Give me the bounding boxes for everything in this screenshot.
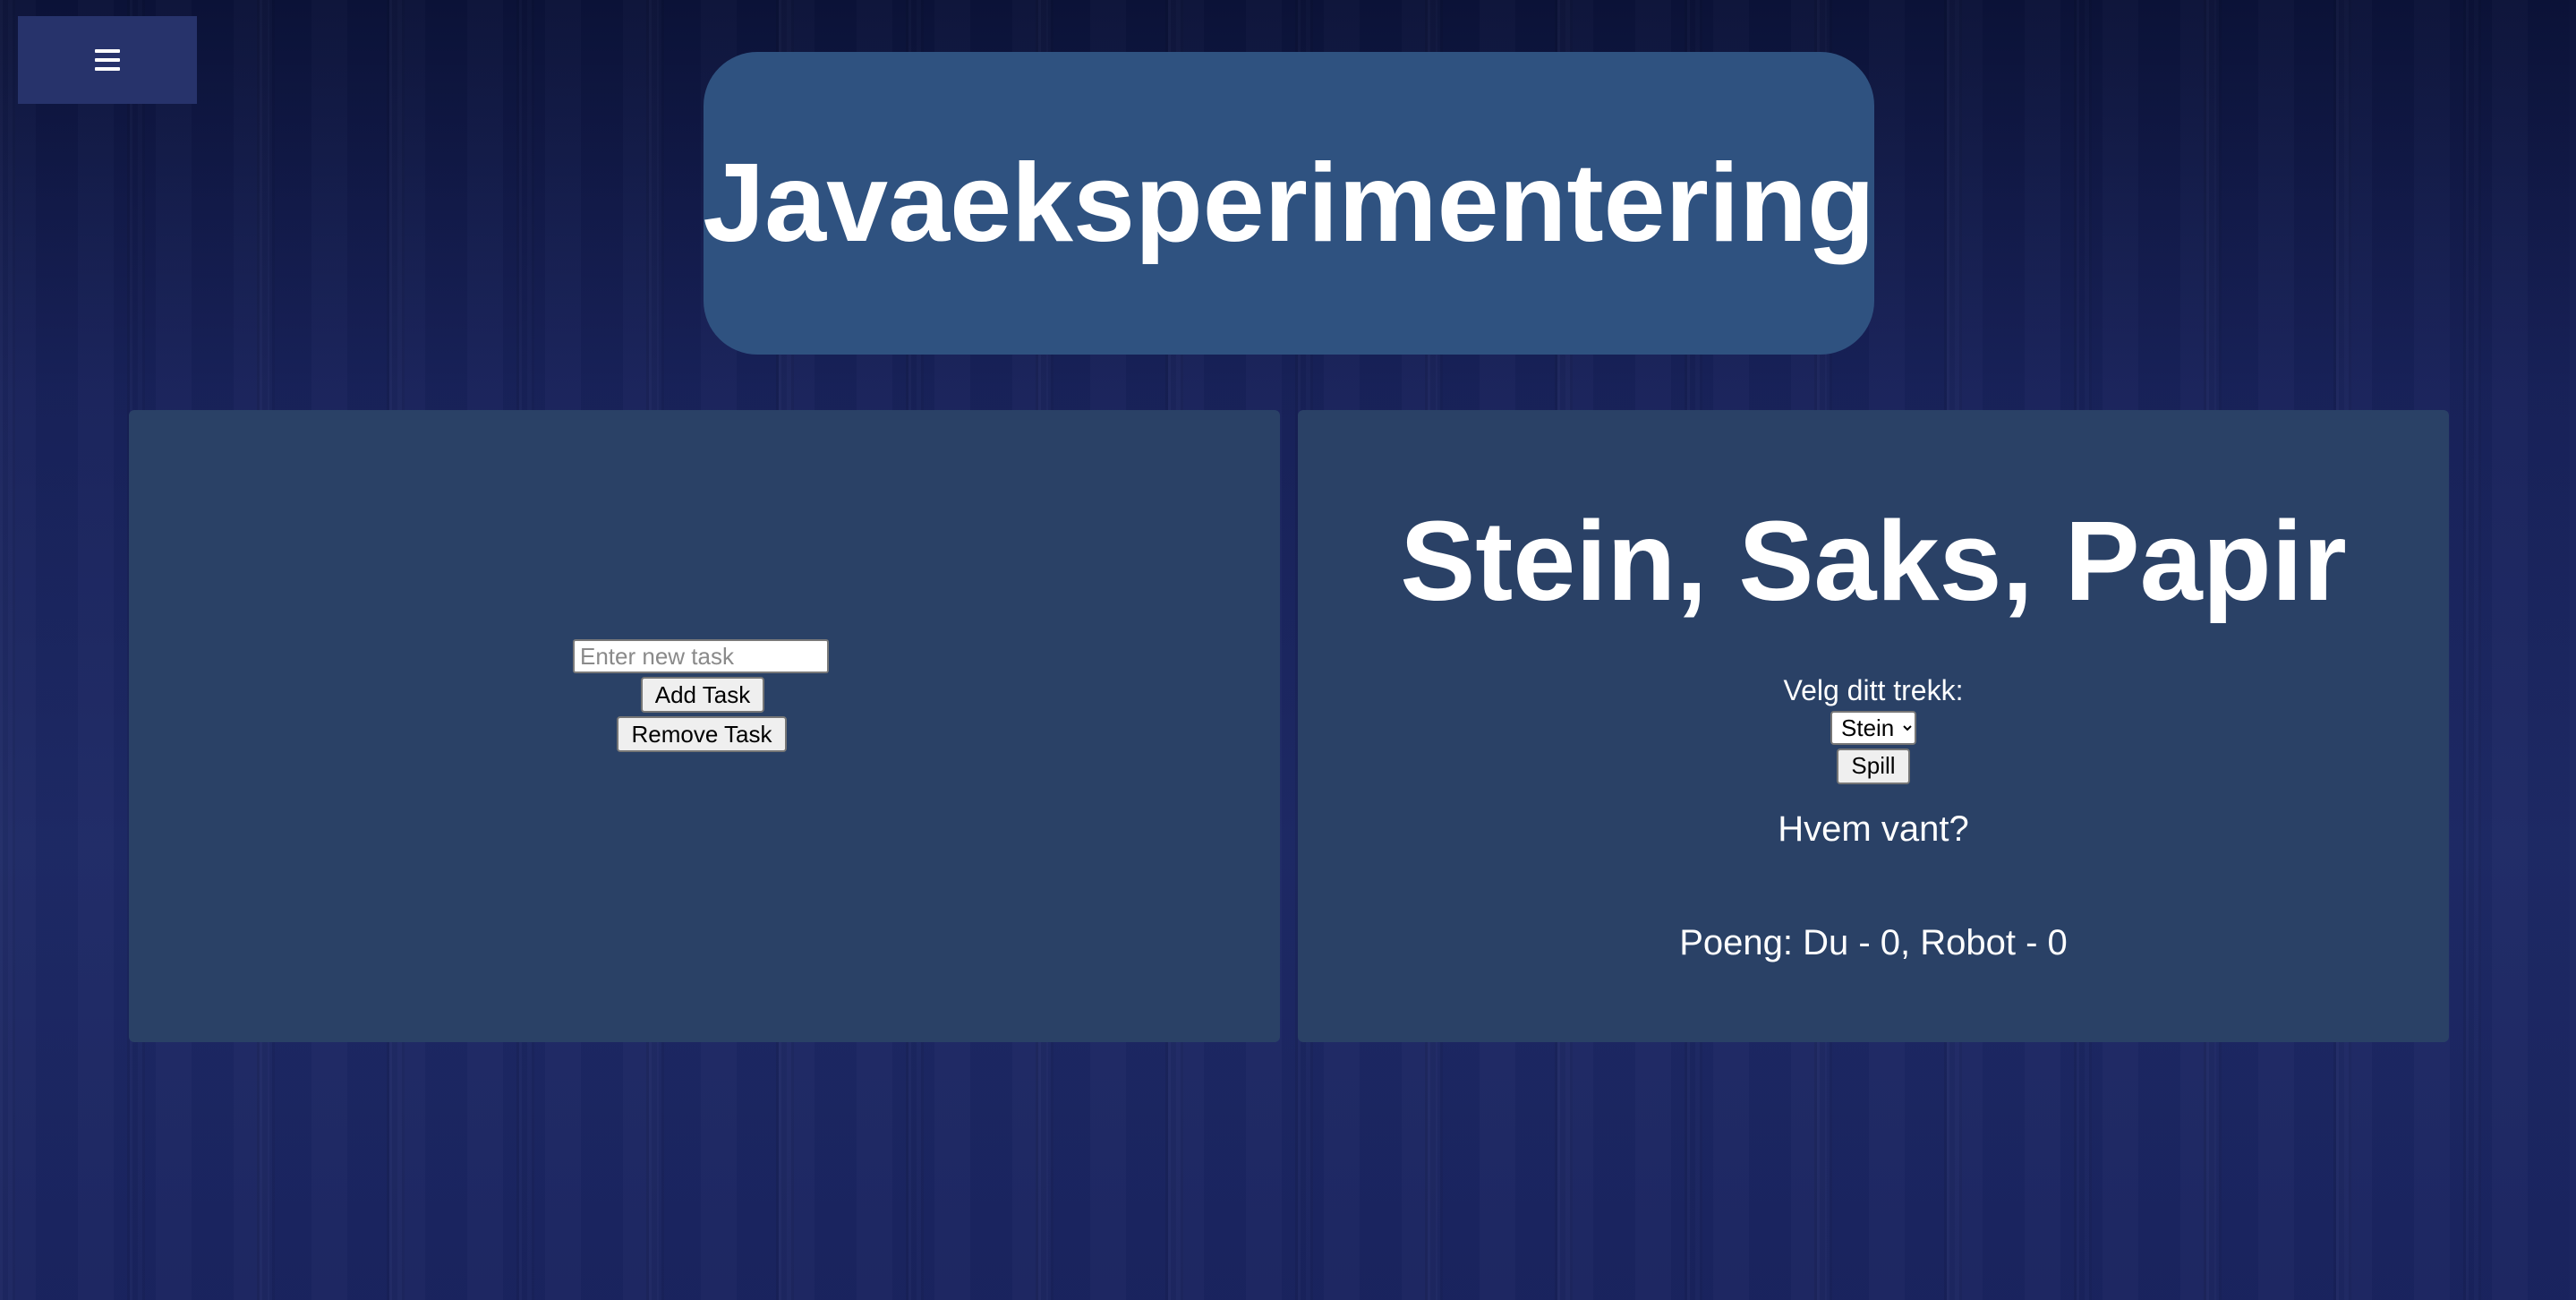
remove-task-button[interactable]: Remove Task — [617, 716, 787, 752]
todo-panel: Add Task Remove Task — [129, 410, 1280, 1042]
page-title: Javaeksperimentering — [703, 141, 1875, 265]
game-panel: Stein, Saks, Papir Velg ditt trekk: Stei… — [1298, 410, 2449, 1042]
play-button[interactable]: Spill — [1837, 748, 1910, 784]
menu-button[interactable] — [18, 16, 197, 104]
todo-form: Add Task Remove Task — [129, 639, 1280, 752]
hamburger-menu-icon — [95, 49, 120, 71]
result-text: Hvem vant? — [1778, 808, 1969, 849]
game-title: Stein, Saks, Papir — [1400, 498, 2347, 624]
move-select[interactable]: Stein — [1830, 710, 1916, 745]
new-task-input[interactable] — [573, 639, 829, 673]
move-prompt: Velg ditt trekk: — [1783, 673, 1964, 706]
score-text: Poeng: Du - 0, Robot - 0 — [1679, 922, 2068, 962]
add-task-button[interactable]: Add Task — [640, 677, 765, 713]
rock-paper-scissors-game: Stein, Saks, Papir Velg ditt trekk: Stei… — [1298, 410, 2449, 963]
title-banner: Javaeksperimentering — [703, 52, 1875, 355]
